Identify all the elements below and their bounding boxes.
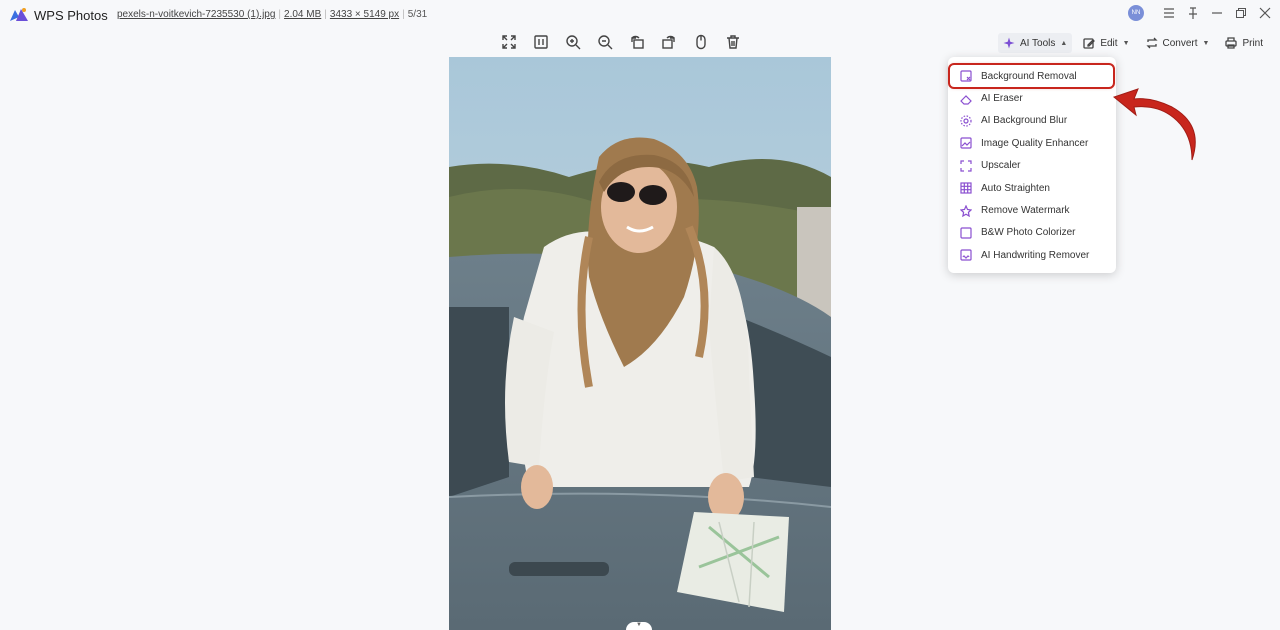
- zoom-out-icon[interactable]: [596, 33, 614, 51]
- menu-item-image-quality-enhancer[interactable]: Image Quality Enhancer: [948, 132, 1116, 154]
- menu-item-ai-handwriting-remover[interactable]: AI Handwriting Remover: [948, 244, 1116, 266]
- pin-icon[interactable]: [1186, 6, 1200, 20]
- panel-toggle-handle[interactable]: ▼: [626, 622, 652, 630]
- wps-photos-logo-icon: [10, 8, 28, 21]
- image-enhance-icon: [960, 137, 972, 149]
- zoom-in-icon[interactable]: [564, 33, 582, 51]
- title-bar: WPS Photos pexels-n-voitkevich-7235530 (…: [0, 0, 1280, 30]
- print-button[interactable]: Print: [1220, 33, 1268, 53]
- delete-icon[interactable]: [724, 33, 742, 51]
- menu-item-ai-background-blur[interactable]: AI Background Blur: [948, 110, 1116, 132]
- blur-icon: [960, 115, 972, 127]
- action-toolbar: AI Tools ▲ Edit ▼ Convert ▼ Print: [998, 33, 1274, 53]
- photo-image: [449, 57, 831, 630]
- rotate-left-icon[interactable]: [628, 33, 646, 51]
- handwriting-icon: [960, 249, 972, 261]
- edit-icon: [1083, 38, 1096, 49]
- caret-down-icon: ▼: [1122, 39, 1130, 47]
- ai-tools-menu: Background Removal AI Eraser AI Backgrou…: [948, 57, 1116, 273]
- photo-preview[interactable]: [449, 57, 831, 630]
- menu-item-background-removal[interactable]: Background Removal: [948, 62, 1115, 90]
- menu-item-upscaler[interactable]: Upscaler: [948, 155, 1116, 177]
- menu-item-label: AI Eraser: [981, 93, 1023, 105]
- menu-item-label: AI Background Blur: [981, 115, 1068, 127]
- actual-size-icon[interactable]: [532, 33, 550, 51]
- app-name: WPS Photos: [34, 8, 108, 23]
- menu-item-label: Auto Straighten: [981, 182, 1050, 194]
- convert-button[interactable]: Convert ▼: [1141, 33, 1215, 53]
- convert-icon: [1145, 37, 1158, 49]
- menu-icon[interactable]: [1162, 6, 1176, 20]
- file-position: 5/31: [407, 9, 428, 20]
- watermark-icon: [960, 204, 972, 217]
- edit-label: Edit: [1100, 37, 1118, 49]
- caret-down-icon: ▼: [1202, 39, 1210, 47]
- upscale-icon: [960, 160, 972, 172]
- close-icon[interactable]: [1258, 6, 1272, 20]
- menu-item-label: AI Handwriting Remover: [981, 249, 1090, 261]
- colorize-icon: [960, 227, 972, 239]
- print-icon: [1225, 37, 1238, 49]
- restore-icon[interactable]: [1234, 6, 1248, 20]
- file-info: pexels-n-voitkevich-7235530 (1).jpg | 2.…: [117, 9, 428, 20]
- minimize-icon[interactable]: [1210, 6, 1224, 20]
- mouse-icon[interactable]: [692, 33, 710, 51]
- print-label: Print: [1242, 37, 1264, 49]
- menu-item-remove-watermark[interactable]: Remove Watermark: [948, 199, 1116, 221]
- edit-button[interactable]: Edit ▼: [1078, 33, 1134, 53]
- menu-item-ai-eraser[interactable]: AI Eraser: [948, 87, 1116, 109]
- ai-tools-label: AI Tools: [1020, 37, 1056, 49]
- menu-item-label: Remove Watermark: [981, 205, 1070, 217]
- menu-item-label: Image Quality Enhancer: [981, 137, 1089, 149]
- sparkle-icon: [1003, 37, 1015, 49]
- window-controls: NN: [1128, 5, 1272, 21]
- file-dimensions-link[interactable]: 3433 × 5149 px: [330, 9, 399, 20]
- file-name-link[interactable]: pexels-n-voitkevich-7235530 (1).jpg: [117, 9, 275, 20]
- menu-item-bw-photo-colorizer[interactable]: B&W Photo Colorizer: [948, 222, 1116, 244]
- ai-tools-button[interactable]: AI Tools ▲: [998, 33, 1073, 53]
- menu-item-auto-straighten[interactable]: Auto Straighten: [948, 177, 1116, 199]
- caret-up-icon: ▲: [1060, 39, 1068, 47]
- fit-screen-icon[interactable]: [500, 33, 518, 51]
- annotation-arrow-icon: [1112, 88, 1196, 161]
- menu-item-label: Upscaler: [981, 160, 1021, 172]
- eraser-icon: [960, 93, 972, 105]
- convert-label: Convert: [1162, 37, 1198, 49]
- file-size-link[interactable]: 2.04 MB: [284, 9, 321, 20]
- background-removal-icon: [960, 70, 972, 82]
- avatar[interactable]: NN: [1128, 5, 1144, 21]
- grid-icon: [960, 182, 972, 194]
- view-toolbar: [500, 33, 742, 51]
- menu-item-label: B&W Photo Colorizer: [981, 227, 1076, 239]
- menu-item-label: Background Removal: [981, 70, 1077, 82]
- rotate-right-icon[interactable]: [660, 33, 678, 51]
